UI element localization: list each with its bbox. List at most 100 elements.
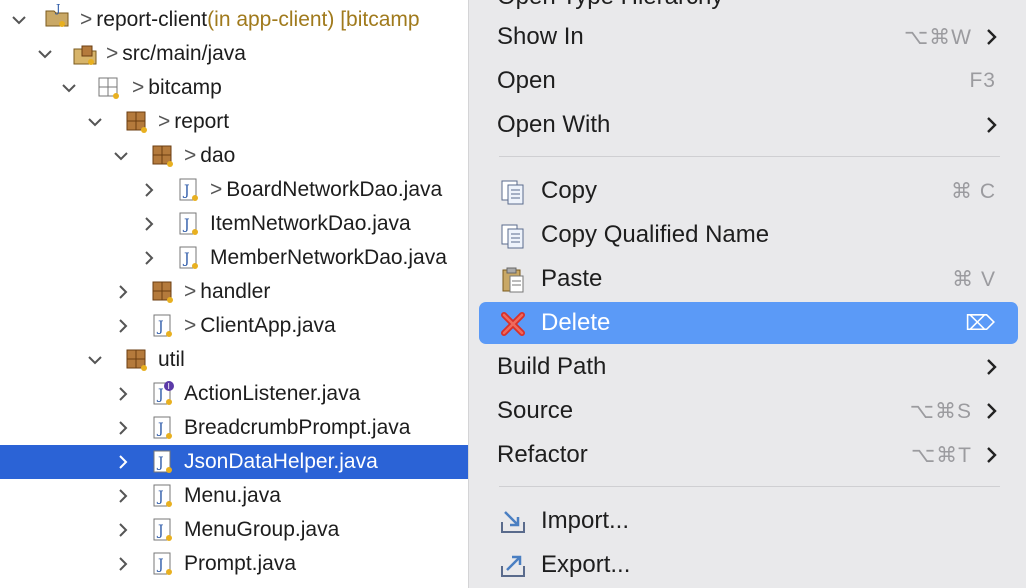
menu-item-copy[interactable]: Copy ⌘ C [479,170,1018,212]
menu-item-import[interactable]: Import... [479,500,1018,542]
tree-row-label: ItemNetworkDao.java [210,212,411,235]
java-file-icon: J [176,245,202,271]
chevron-right-icon[interactable] [140,215,158,233]
menu-item-show-in[interactable]: Show In ⌥⌘W [479,16,1018,58]
chevron-right-icon[interactable] [114,555,132,573]
dirty-marker: > [184,314,197,337]
tree-row-java-file-selected[interactable]: J JsonDataHelper.java [0,445,470,479]
chevron-down-icon[interactable] [112,147,130,165]
menu-item-build-path[interactable]: Build Path [479,346,1018,388]
menu-item-label: Source [497,397,574,424]
package-icon [150,143,176,169]
tree-row-label: bitcamp [148,76,222,99]
svg-text:J: J [156,387,164,403]
chevron-right-icon[interactable] [114,385,132,403]
chevron-right-icon[interactable] [140,181,158,199]
package-icon [124,109,150,135]
java-project-icon: J [44,3,70,29]
tree-row-package-util[interactable]: util [0,343,470,377]
menu-item-delete[interactable]: Delete ⌦ [479,302,1018,344]
tree-row-java-file[interactable]: J > ClientApp.java [0,309,470,343]
java-file-icon: J [176,177,202,203]
delete-icon [499,310,527,338]
chevron-down-icon[interactable] [86,351,104,369]
tree-row-java-file[interactable]: J ItemNetworkDao.java [0,207,470,241]
chevron-down-icon[interactable] [60,79,78,97]
chevron-right-icon[interactable] [114,453,132,471]
dirty-marker: > [184,280,197,303]
tree-row-source-folder[interactable]: > src/main/java [0,37,470,71]
menu-item-export[interactable]: Export... [479,544,1018,586]
menu-item-paste[interactable]: Paste ⌘ V [479,258,1018,300]
tree-row-label: handler [200,280,271,303]
menu-separator [499,486,1000,487]
svg-text:J: J [156,557,164,573]
svg-text:J: J [182,217,190,233]
chevron-down-icon[interactable] [36,45,54,63]
tree-row-java-file[interactable]: J MenuGroup.java [0,513,470,547]
menu-item-label: Copy [541,177,598,204]
menu-item-open[interactable]: Open F3 [479,60,1018,102]
svg-text:I: I [168,382,170,391]
tree-row-label: JsonDataHelper.java [184,450,378,473]
chevron-down-icon[interactable] [86,113,104,131]
submenu-arrow-icon [982,445,1002,465]
java-interface-file-icon: JI [150,381,176,407]
submenu-arrow-icon [982,357,1002,377]
svg-text:J: J [156,489,164,505]
tree-row-java-file[interactable]: J Prompt.java [0,547,470,581]
tree-row-label: MemberNetworkDao.java [210,246,447,269]
svg-text:J: J [182,251,190,267]
menu-item-label: Open [497,67,556,94]
svg-text:J: J [156,319,164,335]
export-icon [499,552,527,580]
menu-item-label: Delete [541,309,611,336]
dirty-marker: > [184,144,197,167]
tree-row-label: ActionListener.java [184,382,361,405]
menu-item-label: Export... [541,551,631,578]
menu-item-label: Open With [497,111,611,138]
package-explorer-tree: J > report-client (in app-client) [bitca… [0,0,470,588]
submenu-arrow-icon [982,401,1002,421]
menu-shortcut: ⌥⌘S [909,399,972,423]
tree-row-label: BreadcrumbPrompt.java [184,416,411,439]
menu-item-label: Build Path [497,353,607,380]
menu-item-copy-qualified-name[interactable]: Copy Qualified Name [479,214,1018,256]
java-file-icon: J [150,415,176,441]
chevron-right-icon[interactable] [114,283,132,301]
tree-row-package-bitcamp[interactable]: > bitcamp [0,71,470,105]
chevron-right-icon[interactable] [114,487,132,505]
dirty-marker: > [106,42,119,65]
tree-row-label: MenuGroup.java [184,518,340,541]
tree-row-java-file[interactable]: JI ActionListener.java [0,377,470,411]
menu-item-label: Copy Qualified Name [541,221,770,248]
dirty-marker: > [132,76,145,99]
tree-row-project[interactable]: J > report-client (in app-client) [bitca… [0,3,470,37]
menu-item-refactor[interactable]: Refactor ⌥⌘T [479,434,1018,476]
chevron-right-icon[interactable] [140,249,158,267]
chevron-right-icon[interactable] [114,419,132,437]
chevron-right-icon[interactable] [114,521,132,539]
svg-text:J: J [55,3,60,15]
tree-row-java-file[interactable]: J > BoardNetworkDao.java [0,173,470,207]
empty-package-icon [96,75,122,101]
tree-row-label: util [158,348,185,371]
tree-row-package-dao[interactable]: > dao [0,139,470,173]
package-icon [150,279,176,305]
java-file-icon: J [150,483,176,509]
chevron-down-icon[interactable] [10,11,28,29]
tree-row-label: Prompt.java [184,552,297,575]
tree-row-java-file[interactable]: J BreadcrumbPrompt.java [0,411,470,445]
tree-row-java-file[interactable]: J Menu.java [0,479,470,513]
menu-item-label: Open Type Hierarchy [497,0,723,11]
menu-item-open-with[interactable]: Open With [479,104,1018,146]
import-icon [499,508,527,536]
dirty-marker: > [158,110,171,133]
tree-row-package-report[interactable]: > report [0,105,470,139]
tree-row-java-file[interactable]: J MemberNetworkDao.java [0,241,470,275]
tree-row-package-handler[interactable]: > handler [0,275,470,309]
menu-shortcut: ⌘ C [951,179,996,203]
chevron-right-icon[interactable] [114,317,132,335]
java-file-icon: J [150,313,176,339]
menu-item-source[interactable]: Source ⌥⌘S [479,390,1018,432]
